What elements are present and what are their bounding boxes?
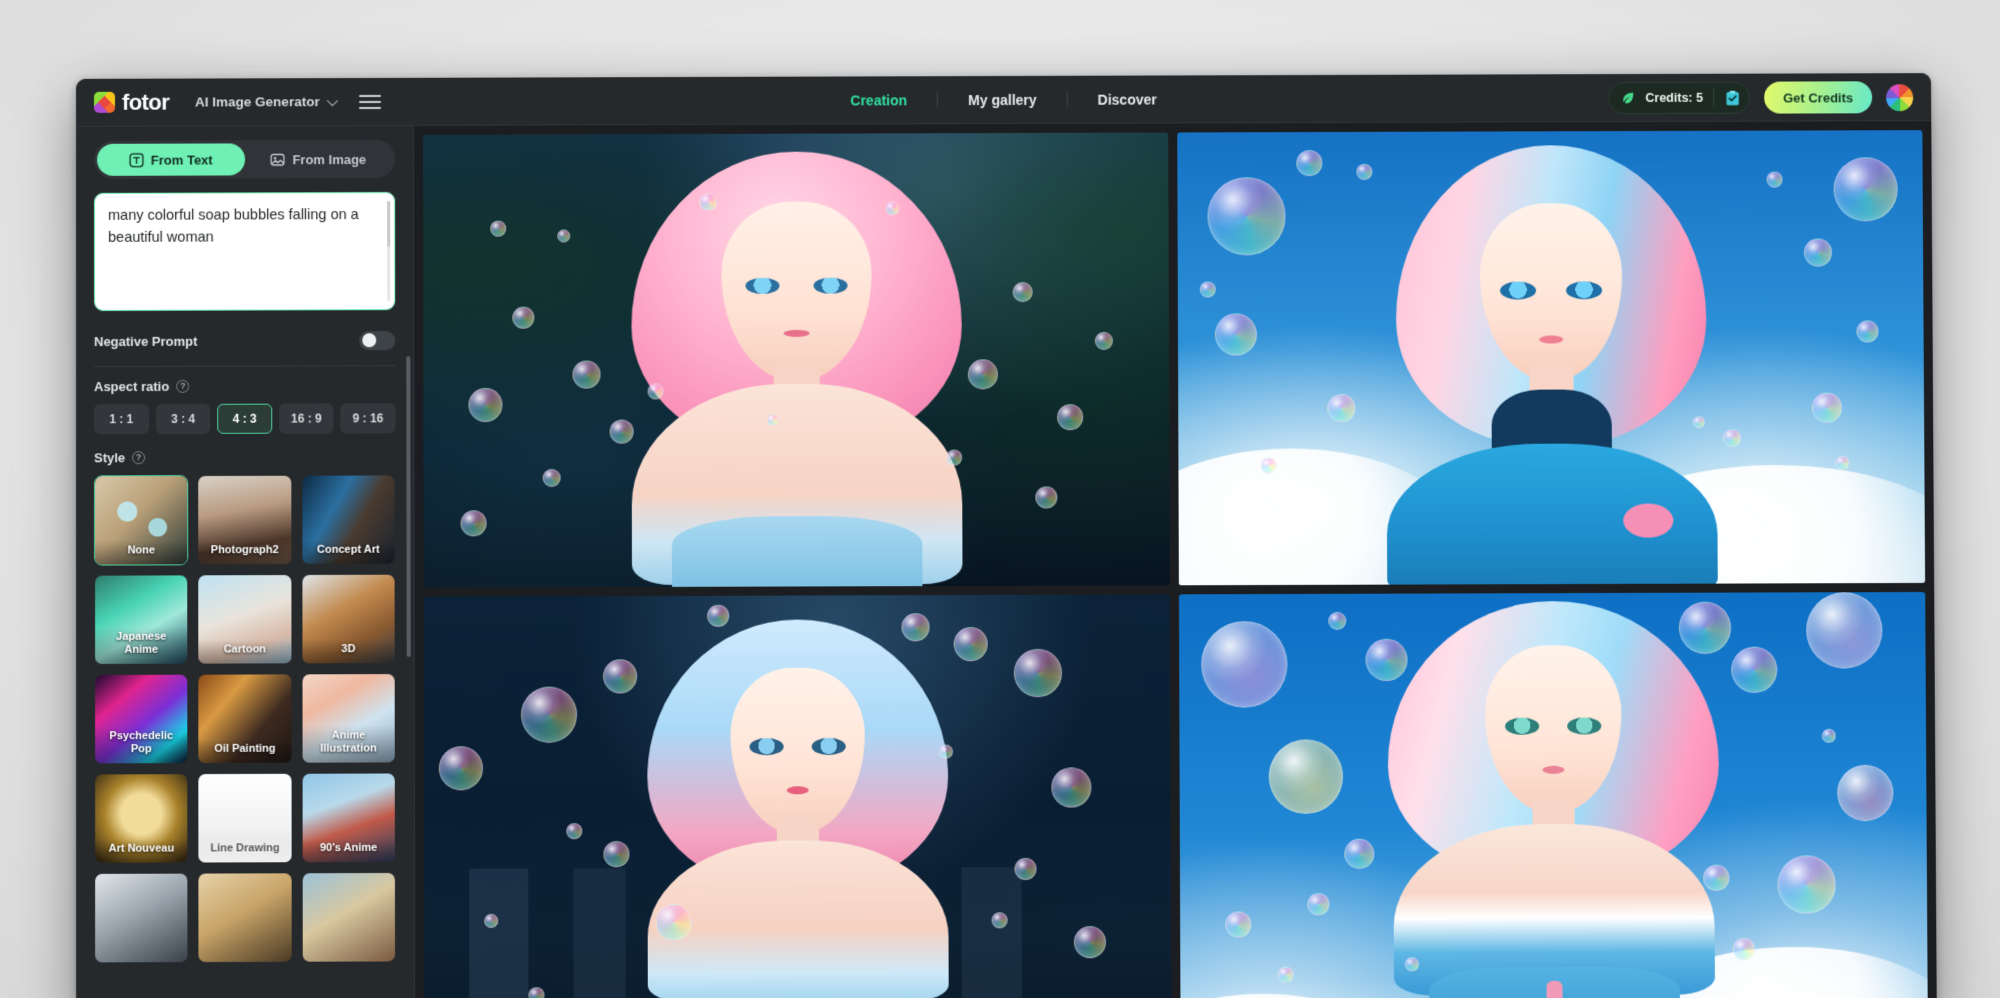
prompt-input[interactable]: many colorful soap bubbles falling on a … [94, 192, 395, 311]
figure-bow [1624, 503, 1674, 537]
figure-dress [671, 516, 922, 587]
generated-image-4[interactable] [1179, 592, 1928, 998]
style-name: Concept Art [302, 539, 395, 564]
style-card-none[interactable]: None [94, 475, 188, 566]
style-thumbnail [302, 873, 395, 962]
aspect-ratio-4-3[interactable]: 4 : 3 [217, 404, 272, 434]
sidebar-scrollbar[interactable] [406, 356, 410, 657]
style-card-next-row-b[interactable] [198, 872, 293, 963]
get-credits-button[interactable]: Get Credits [1764, 81, 1872, 113]
aspect-ratio-header: Aspect ratio ? [94, 378, 395, 394]
tab-from-image-label: From Image [292, 152, 366, 167]
style-name: Japanese Anime [95, 626, 188, 664]
sidebar-divider [94, 365, 395, 367]
style-card-psychedelic-pop[interactable]: Psychedelic Pop [94, 674, 189, 765]
hamburger-menu-icon[interactable] [359, 90, 381, 112]
style-card-photograph2[interactable]: Photograph2 [198, 475, 293, 566]
prompt-text: many colorful soap bubbles falling on a … [108, 204, 381, 250]
sidebar-scroll-area: From Text From Image many colorful soap … [76, 126, 414, 998]
style-name: Psychedelic Pop [95, 726, 188, 764]
negative-prompt-toggle[interactable] [359, 331, 395, 350]
leaf-icon [1621, 91, 1635, 105]
style-name: Oil Painting [199, 738, 292, 763]
style-name: Line Drawing [199, 838, 292, 863]
fotor-logo-icon [94, 92, 115, 113]
style-card-art-nouveau[interactable]: Art Nouveau [94, 773, 189, 864]
tab-from-text[interactable]: From Text [97, 143, 245, 175]
pill-divider [1713, 89, 1714, 107]
style-label: Style [94, 450, 125, 465]
brand-name: fotor [122, 91, 169, 113]
style-name: None [95, 540, 187, 565]
image-icon [270, 152, 285, 167]
style-card-concept-art[interactable]: Concept Art [301, 474, 396, 565]
credits-pill[interactable]: Credits: 5 [1608, 82, 1750, 114]
aspect-ratio-options: 1 : 1 3 : 4 4 : 3 16 : 9 9 : 16 [94, 403, 395, 434]
product-selector-label: AI Image Generator [195, 94, 320, 109]
style-card-3d[interactable]: 3D [301, 574, 396, 665]
aspect-ratio-3-4[interactable]: 3 : 4 [156, 404, 211, 434]
aspect-ratio-9-16[interactable]: 9 : 16 [341, 403, 396, 433]
fotor-logo[interactable]: fotor [94, 91, 169, 113]
results-grid [414, 121, 1937, 998]
generated-image-art [423, 132, 1170, 587]
product-selector[interactable]: AI Image Generator [195, 94, 335, 109]
generated-image-1[interactable] [423, 132, 1170, 587]
aspect-ratio-label: Aspect ratio [94, 379, 169, 394]
prompt-scrollbar-thumb[interactable] [387, 201, 390, 247]
negative-prompt-row: Negative Prompt [94, 323, 395, 358]
clipboard-check-icon[interactable] [1724, 89, 1741, 106]
generated-image-3[interactable] [424, 594, 1172, 998]
figure-ribbon [1546, 981, 1562, 998]
style-card-oil-painting[interactable]: Oil Painting [198, 673, 293, 764]
generated-image-art [1179, 592, 1928, 998]
credits-label: Credits: 5 [1645, 91, 1703, 105]
topbar-left-group: fotor AI Image Generator [94, 90, 381, 113]
main-navigation: Creation My gallery Discover [820, 91, 1187, 108]
style-name: Art Nouveau [95, 838, 188, 863]
aspect-ratio-16-9[interactable]: 16 : 9 [279, 403, 334, 433]
style-name: 90's Anime [302, 838, 395, 863]
generated-image-art [424, 594, 1172, 998]
fotor-app-window: fotor AI Image Generator Creation My gal… [76, 73, 1937, 998]
style-card-next-row-c[interactable] [301, 872, 396, 963]
generated-image-art [1177, 130, 1925, 585]
app-content: From Text From Image many colorful soap … [76, 121, 1937, 998]
tab-from-text-label: From Text [151, 152, 213, 167]
help-icon[interactable]: ? [132, 451, 145, 464]
input-mode-toggle: From Text From Image [94, 140, 395, 179]
text-box-icon [129, 152, 144, 167]
nav-item-creation[interactable]: Creation [820, 92, 937, 108]
style-name: Cartoon [199, 639, 292, 664]
style-grid: None Photograph2 Concept Art Japanese An… [94, 474, 396, 963]
topbar-right-group: Credits: 5 Get Credits [1608, 73, 1913, 122]
top-bar: fotor AI Image Generator Creation My gal… [76, 73, 1931, 127]
style-thumbnail [95, 874, 188, 963]
nav-item-my-gallery[interactable]: My gallery [938, 91, 1067, 107]
generated-image-2[interactable] [1177, 130, 1925, 585]
help-icon[interactable]: ? [176, 380, 189, 393]
chevron-down-icon [326, 95, 337, 106]
style-card-90s-anime[interactable]: 90's Anime [301, 772, 396, 863]
figure-torso [647, 840, 948, 998]
style-card-line-drawing[interactable]: Line Drawing [198, 773, 293, 864]
style-name: Photograph2 [199, 540, 291, 565]
style-name: Anime Illustration [302, 725, 395, 763]
style-name: 3D [302, 639, 395, 664]
left-sidebar: From Text From Image many colorful soap … [76, 126, 415, 998]
tab-from-image[interactable]: From Image [245, 143, 393, 175]
style-card-anime-illustration[interactable]: Anime Illustration [301, 673, 396, 764]
avatar[interactable] [1886, 84, 1913, 111]
style-card-japanese-anime[interactable]: Japanese Anime [94, 574, 189, 665]
style-header: Style ? [94, 449, 395, 465]
style-card-next-row-a[interactable] [94, 873, 189, 964]
style-thumbnail [199, 873, 292, 962]
negative-prompt-label: Negative Prompt [94, 333, 197, 348]
nav-item-discover[interactable]: Discover [1068, 91, 1187, 107]
aspect-ratio-1-1[interactable]: 1 : 1 [94, 404, 149, 434]
style-card-cartoon[interactable]: Cartoon [198, 574, 293, 665]
